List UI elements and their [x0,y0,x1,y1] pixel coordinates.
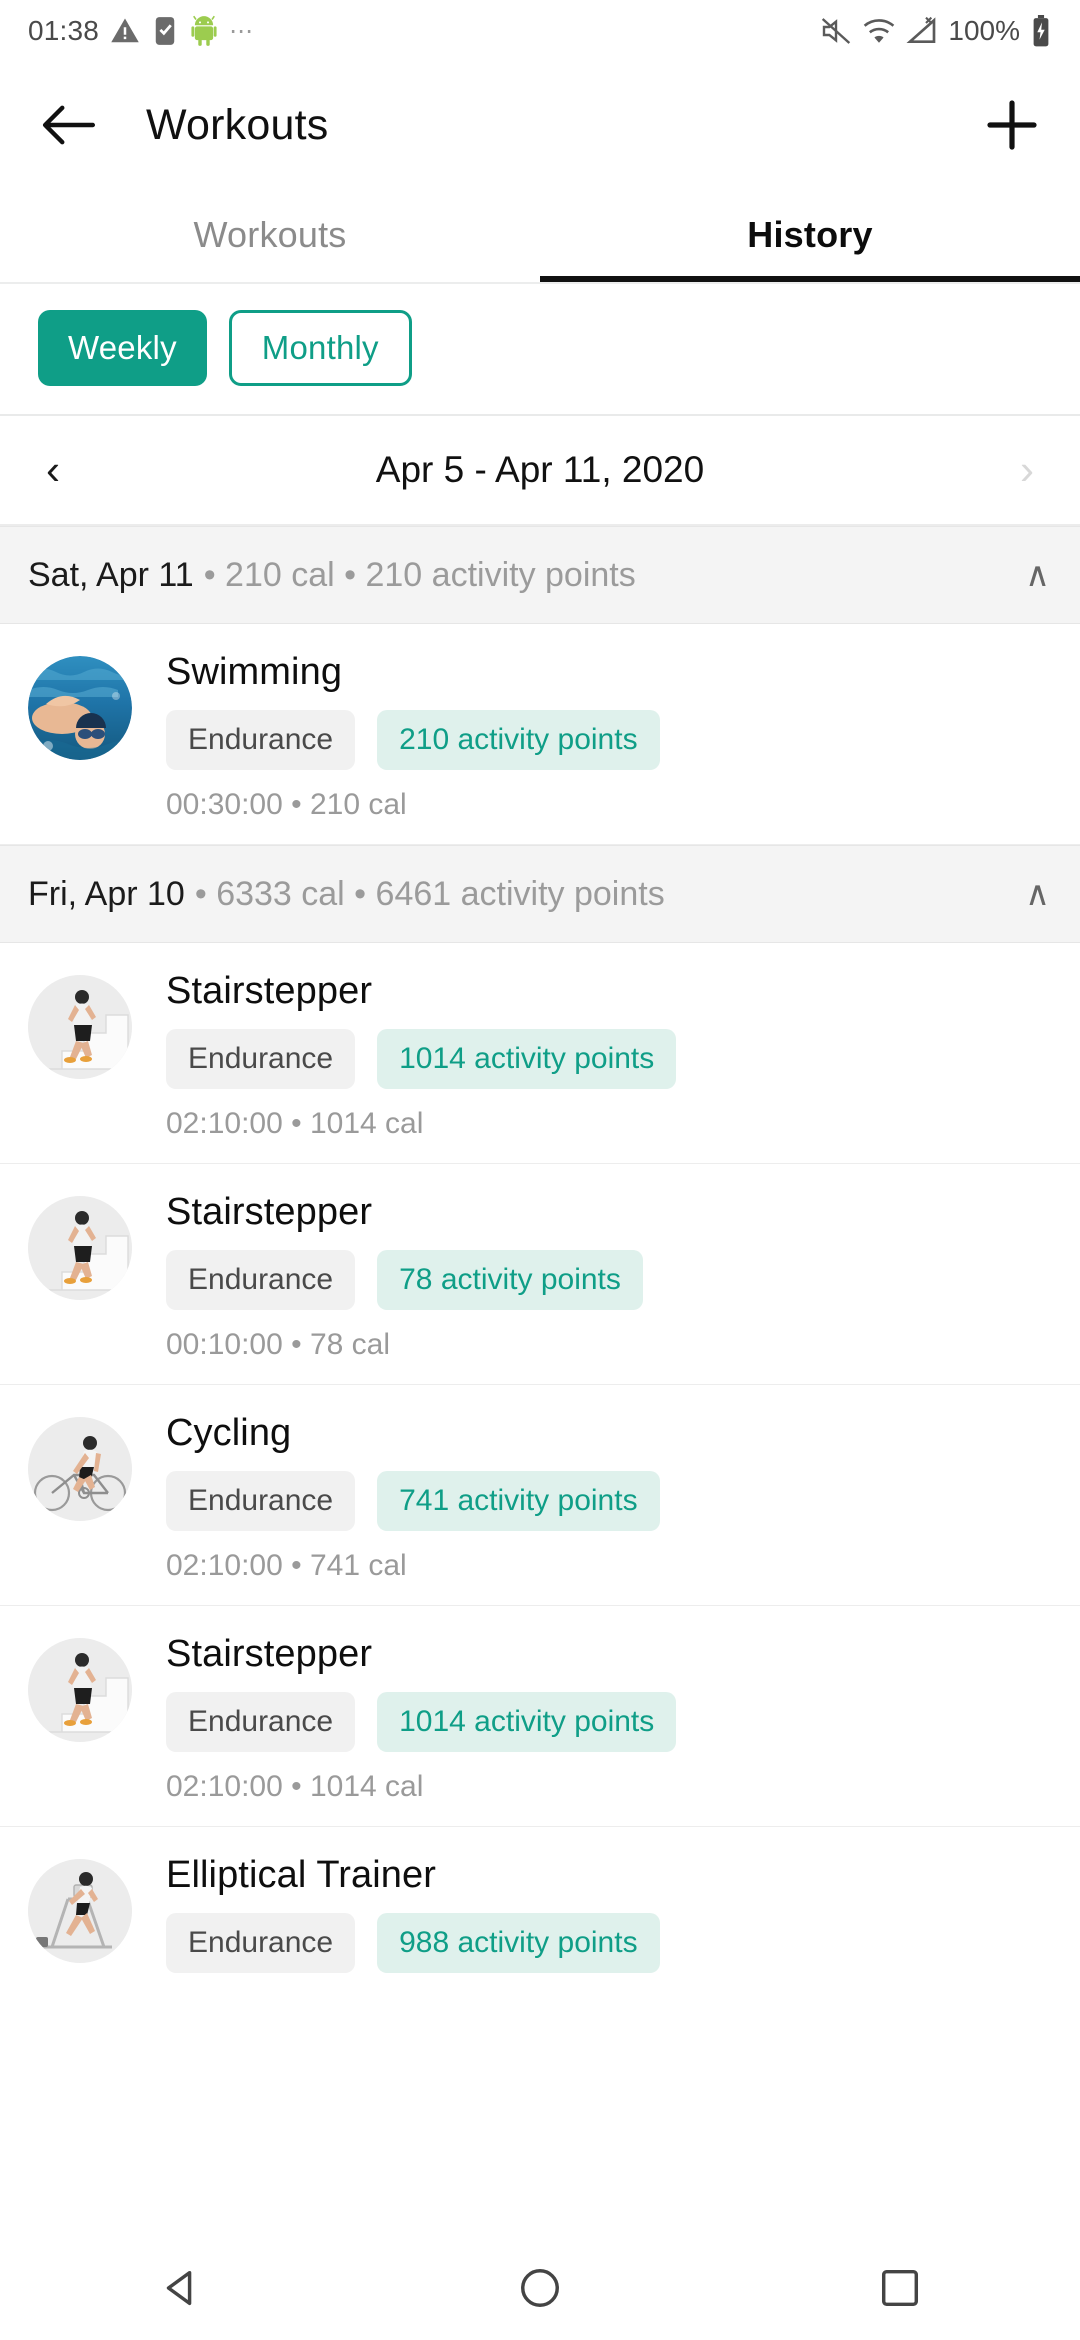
status-bar: 01:38 ⋯ 100% [0,0,1080,62]
day-header-fri-apr-10[interactable]: Fri, Apr 10 • 6333 cal • 6461 activity p… [0,845,1080,944]
warning-icon [110,16,140,46]
workout-type-chip: Endurance [166,1692,356,1753]
stairstepper-photo-icon [28,1638,132,1743]
previous-week-button[interactable]: ‹ [46,449,60,491]
workout-row[interactable]: Swimming Endurance 210 activity points 0… [0,624,1080,846]
day-summary-label: • 210 cal • 210 activity points [203,555,636,594]
page-title: Workouts [146,100,329,149]
period-filter-bar: Weekly Monthly [0,284,1080,416]
chevron-up-icon[interactable]: ∧ [1025,555,1050,595]
day-date-label: Fri, Apr 10 [28,874,185,913]
status-time: 01:38 [28,15,100,46]
workout-stats: 00:10:00 • 78 cal [166,1328,391,1362]
workout-name: Stairstepper [166,970,373,1013]
filter-weekly-button[interactable]: Weekly [38,310,207,386]
workout-points-chip: 1014 activity points [377,1029,677,1090]
workout-type-chip: Endurance [166,1250,356,1311]
nav-recents-icon[interactable] [865,2253,935,2323]
nav-home-icon[interactable] [505,2253,575,2323]
stairstepper-photo-icon [28,1196,132,1301]
workout-points-chip: 988 activity points [377,1913,660,1974]
filter-monthly-button[interactable]: Monthly [228,310,412,386]
workout-points-chip: 210 activity points [377,710,660,771]
day-summary-label: • 6333 cal • 6461 activity points [194,874,665,913]
workout-stats: 02:10:00 • 741 cal [166,1549,407,1583]
date-range-label: Apr 5 - Apr 11, 2020 [375,449,705,490]
workout-type-chip: Endurance [166,710,356,771]
history-list[interactable]: Sat, Apr 11 • 210 cal • 210 activity poi… [0,526,1080,1980]
elliptical-photo-icon [28,1859,132,1964]
overflow-dots-icon: ⋯ [229,17,256,45]
day-header-sat-apr-11[interactable]: Sat, Apr 11 • 210 cal • 210 activity poi… [0,526,1080,624]
workout-type-chip: Endurance [166,1471,356,1532]
cell-signal-off-icon [906,16,938,46]
workout-row[interactable]: Elliptical Trainer Endurance 988 activit… [0,1827,1080,1980]
workout-name: Stairstepper [166,1633,373,1676]
battery-charging-icon [1030,15,1052,47]
tab-bar: Workouts History [0,188,1080,284]
workout-name: Elliptical Trainer [166,1854,437,1897]
workout-stats: 02:10:00 • 1014 cal [166,1107,424,1141]
chevron-up-icon[interactable]: ∧ [1025,874,1050,914]
workout-type-chip: Endurance [166,1913,356,1974]
add-workout-button[interactable] [980,93,1044,157]
app-bar: Workouts [0,62,1080,188]
tab-history[interactable]: History [540,188,1080,282]
tab-active-indicator [540,276,1080,282]
date-range-nav: ‹ Apr 5 - Apr 11, 2020 › [0,416,1080,526]
workout-row[interactable]: Stairstepper Endurance 1014 activity poi… [0,943,1080,1165]
back-button[interactable] [36,93,100,157]
android-navigation-bar [0,2236,1080,2340]
workout-row[interactable]: Stairstepper Endurance 78 activity point… [0,1164,1080,1386]
workout-row[interactable]: Stairstepper Endurance 1014 activity poi… [0,1606,1080,1828]
workout-name: Stairstepper [166,1191,373,1234]
nav-back-icon[interactable] [145,2253,215,2323]
android-robot-icon [190,15,218,47]
mute-icon [820,16,852,46]
workout-stats: 00:30:00 • 210 cal [166,788,407,822]
battery-percent-label: 100% [948,15,1020,46]
workout-name: Cycling [166,1412,292,1455]
stairstepper-photo-icon [28,975,132,1080]
swimming-photo-icon [28,656,132,760]
note-check-icon [151,16,179,46]
workout-type-chip: Endurance [166,1029,356,1090]
cycling-photo-icon [28,1417,132,1522]
day-date-label: Sat, Apr 11 [28,555,194,594]
workout-points-chip: 1014 activity points [377,1692,677,1753]
tab-workouts[interactable]: Workouts [0,188,540,282]
workout-name: Swimming [166,651,343,693]
workout-stats: 02:10:00 • 1014 cal [166,1770,424,1804]
workout-row[interactable]: Cycling Endurance 741 activity points 02… [0,1385,1080,1607]
workout-points-chip: 741 activity points [377,1471,660,1532]
next-week-button: › [1020,446,1034,493]
wifi-icon [862,16,896,46]
workout-points-chip: 78 activity points [377,1250,643,1311]
